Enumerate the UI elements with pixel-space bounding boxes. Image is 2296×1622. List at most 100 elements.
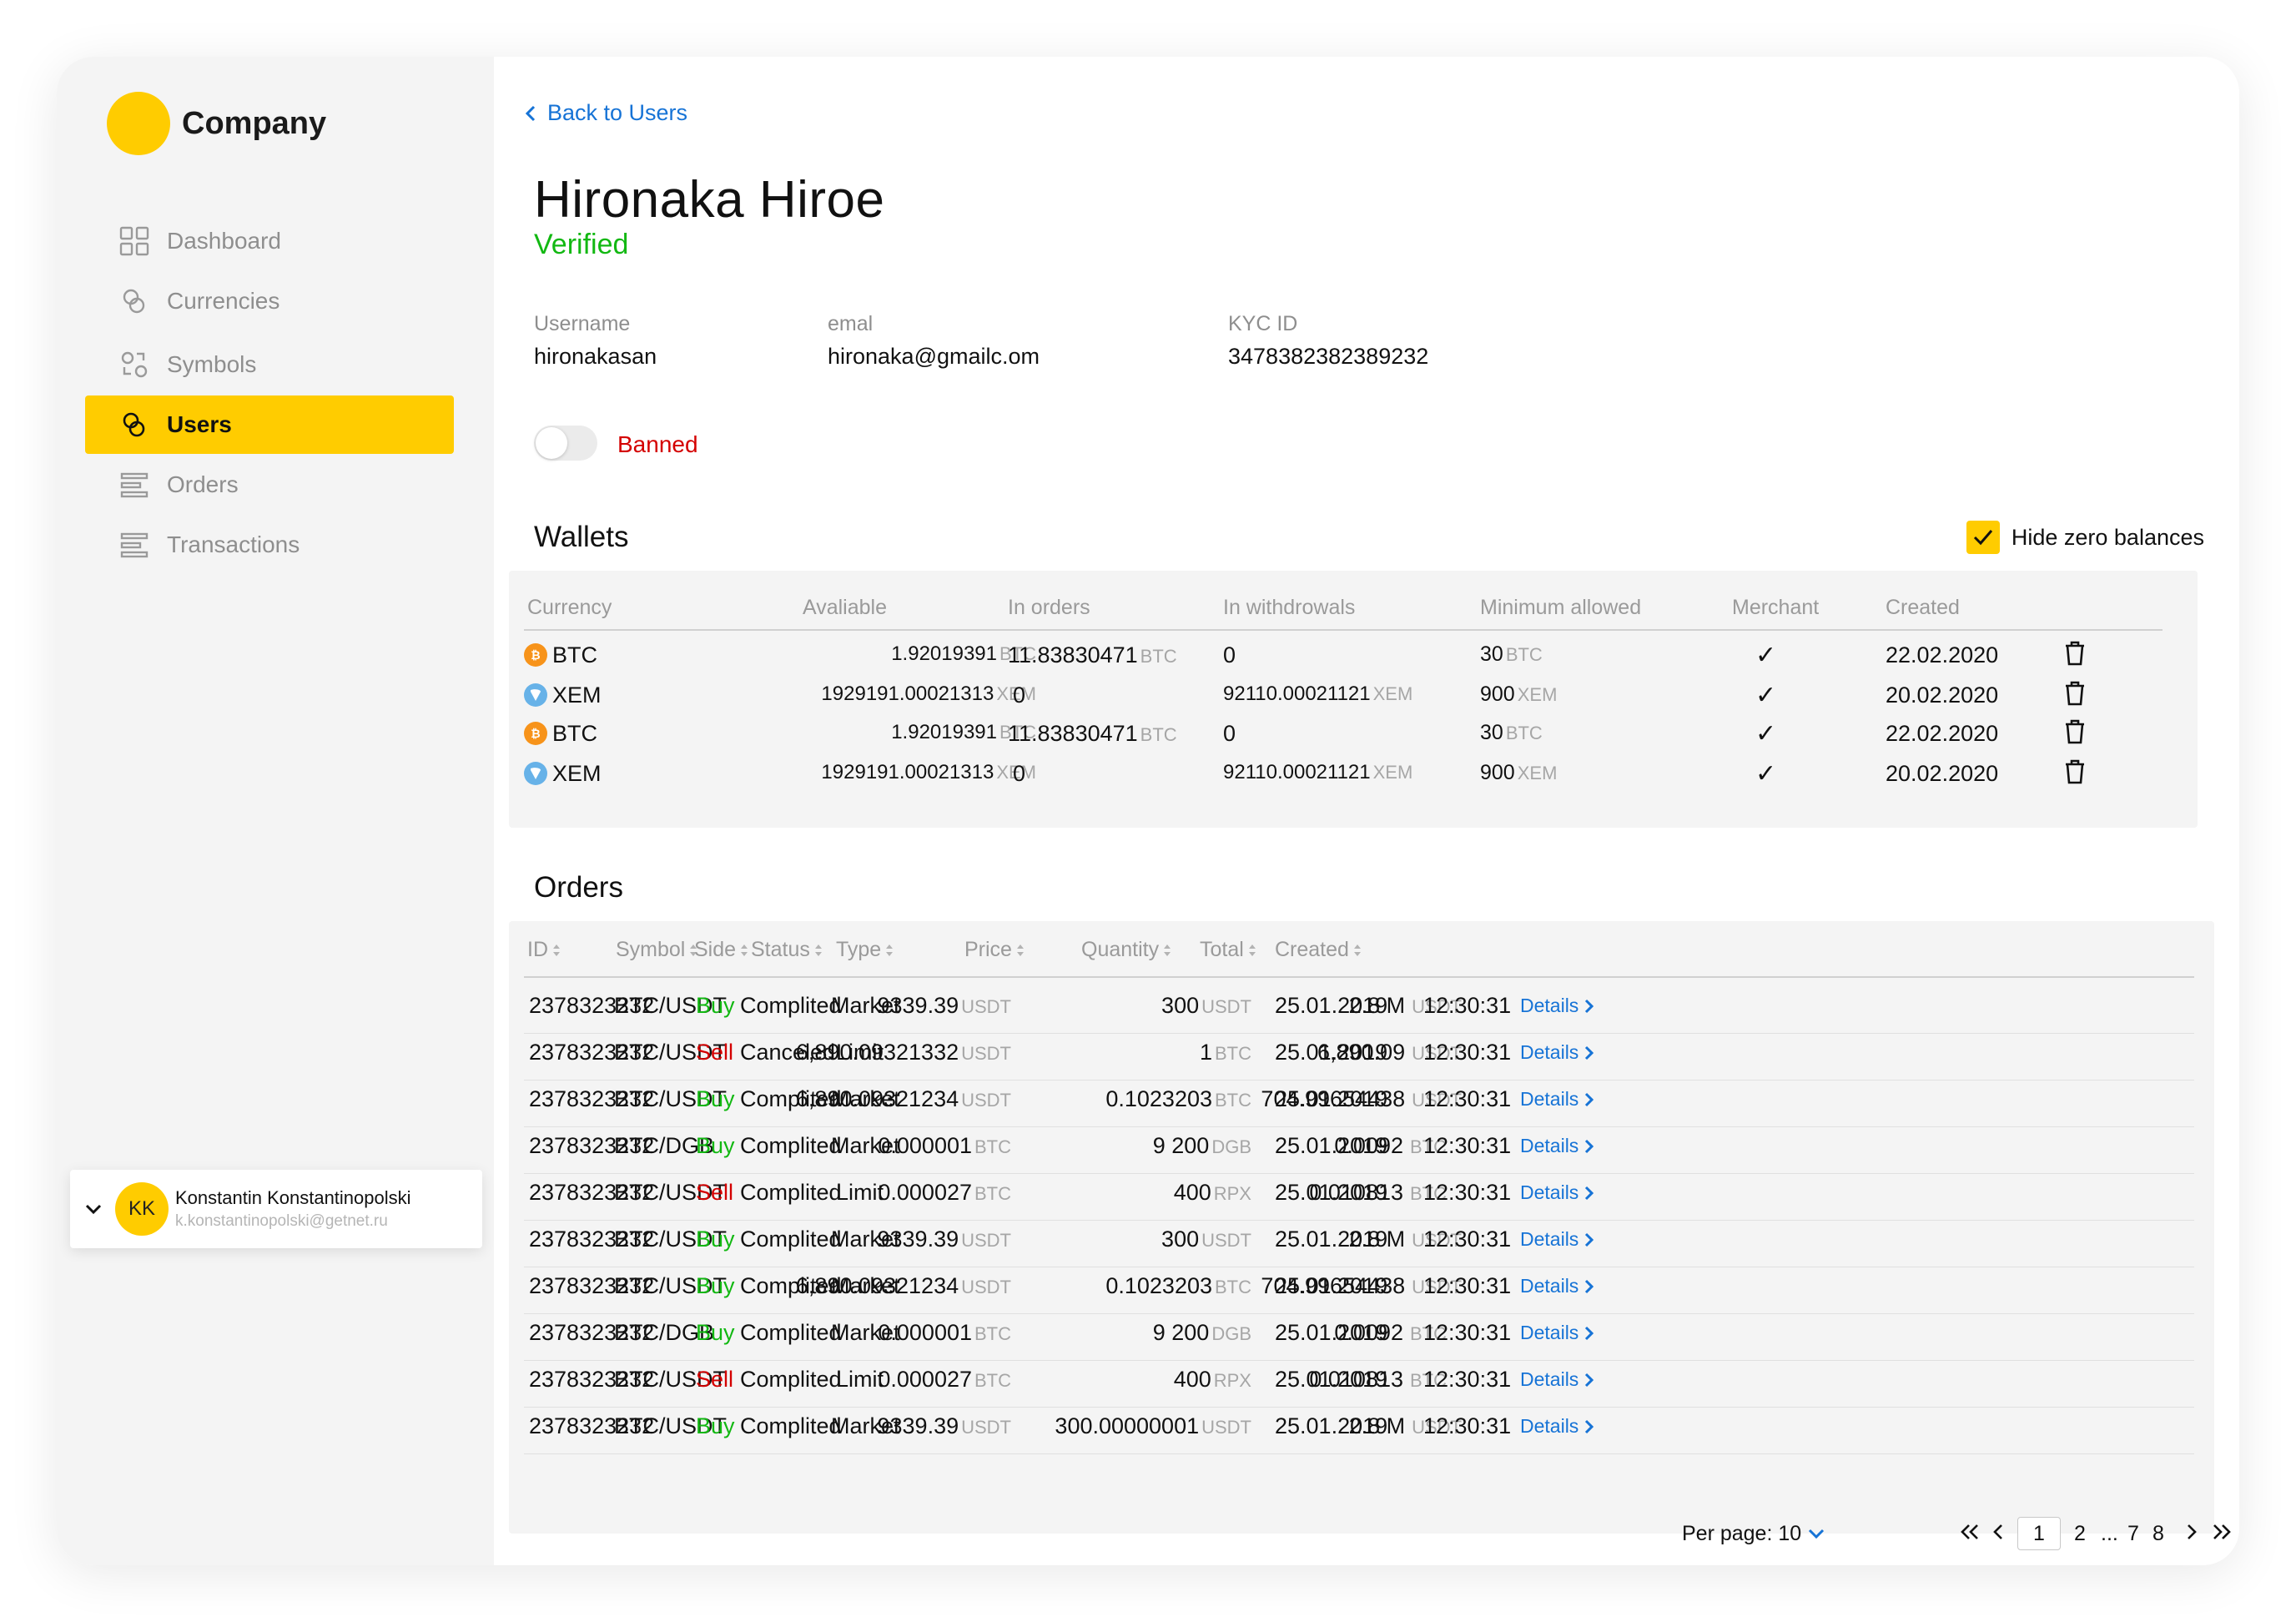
- column-header: In orders: [1008, 596, 1090, 619]
- price-value: 0.000027: [878, 1180, 972, 1205]
- details-link[interactable]: Details: [1520, 1088, 1594, 1111]
- details-label: Details: [1520, 1181, 1579, 1203]
- order-quantity: 0.1023203 BTC: [1105, 1273, 1251, 1299]
- quantity-unit: DGB: [1211, 1323, 1251, 1344]
- sidebar-item-symbols[interactable]: Symbols: [85, 335, 454, 394]
- price-value: 0.000001: [878, 1320, 972, 1345]
- currency-cell: XEM: [524, 683, 602, 708]
- back-to-users-link[interactable]: Back to Users: [524, 100, 687, 126]
- banned-toggle[interactable]: [534, 426, 597, 461]
- sort-icon: [814, 944, 822, 957]
- in-orders-cell: 11.83830471 BTC: [1008, 721, 1177, 747]
- delete-button[interactable]: [2062, 758, 2087, 792]
- per-page-select[interactable]: Per page: 10: [1682, 1522, 1825, 1546]
- details-link[interactable]: Details: [1520, 1041, 1594, 1064]
- check-icon: [1973, 530, 1992, 546]
- svg-text:₿: ₿: [531, 648, 540, 662]
- account-menu[interactable]: KK Konstantin Konstantinopolski k.konsta…: [70, 1170, 482, 1248]
- double-chevron-left-icon: [1961, 1524, 1978, 1539]
- column-header: Currency: [527, 596, 612, 619]
- delete-button[interactable]: [2062, 718, 2087, 752]
- order-price: 0.000027 BTC: [878, 1367, 1011, 1393]
- details-link[interactable]: Details: [1520, 1135, 1594, 1157]
- details-link[interactable]: Details: [1520, 1181, 1594, 1204]
- page-button[interactable]: 8: [2152, 1522, 2164, 1546]
- in-orders-value: 0: [1013, 683, 1026, 708]
- chevron-left-icon: [525, 105, 536, 121]
- price-unit: USDT: [961, 1090, 1011, 1111]
- sidebar-item-users[interactable]: Users: [85, 395, 454, 454]
- order-side: Buy: [696, 1133, 735, 1158]
- delete-button[interactable]: [2062, 679, 2087, 713]
- order-price: 0.000001 BTC: [878, 1133, 1011, 1159]
- quantity-unit: USDT: [1201, 1230, 1251, 1251]
- row-divider: [524, 1360, 2194, 1361]
- chevron-right-icon: [1585, 1139, 1594, 1153]
- order-quantity: 300 USDT: [1161, 1227, 1251, 1252]
- sidebar-item-transactions[interactable]: Transactions: [85, 516, 454, 574]
- order-side: Buy: [696, 1320, 735, 1345]
- page-button-current[interactable]: 1: [2017, 1517, 2061, 1550]
- sidebar-item-currencies[interactable]: Currencies: [85, 272, 454, 330]
- svg-text:₿: ₿: [531, 727, 540, 740]
- available-value: 1.92019391: [891, 642, 997, 665]
- verification-status: Verified: [534, 229, 629, 260]
- account-email: k.konstantinopolski@getnet.ru: [175, 1212, 388, 1230]
- chevron-right-icon: [1585, 1373, 1594, 1387]
- column-header-id[interactable]: ID: [527, 938, 561, 962]
- order-side: Sell: [696, 1367, 734, 1392]
- quantity-unit: BTC: [1215, 1090, 1251, 1111]
- column-label: Price: [964, 938, 1012, 961]
- column-header-created[interactable]: Created: [1275, 938, 1362, 962]
- row-divider: [524, 1220, 2194, 1221]
- details-link[interactable]: Details: [1520, 1275, 1594, 1297]
- next-page-button[interactable]: [2184, 1520, 2199, 1549]
- sidebar-item-orders[interactable]: Orders: [85, 456, 454, 514]
- page-button[interactable]: 2: [2074, 1522, 2086, 1546]
- price-value: 6,890.09321332: [795, 1040, 959, 1065]
- details-link[interactable]: Details: [1520, 1228, 1594, 1251]
- sidebar-item-label: Orders: [167, 471, 239, 497]
- username-value: hironakasan: [534, 344, 657, 369]
- details-link[interactable]: Details: [1520, 1415, 1594, 1438]
- sort-icon: [1248, 944, 1256, 957]
- symbols-icon: [118, 349, 150, 380]
- column-header-quantity[interactable]: Quantity: [1081, 938, 1172, 962]
- order-price: 9339.39 USDT: [878, 993, 1012, 1019]
- column-header-status[interactable]: Status: [751, 938, 823, 962]
- withdrawals-unit: XEM: [1372, 762, 1413, 783]
- column-header-side[interactable]: Side: [694, 938, 749, 962]
- last-page-button[interactable]: [2209, 1520, 2234, 1549]
- sidebar-item-dashboard[interactable]: Dashboard: [85, 212, 454, 270]
- available-cell: 1929191.00021313 XEM: [821, 683, 1036, 706]
- column-header-price[interactable]: Price: [964, 938, 1025, 962]
- details-link[interactable]: Details: [1520, 1368, 1594, 1391]
- page-title: Hironaka Hiroe: [534, 171, 885, 229]
- first-page-button[interactable]: [1957, 1520, 1982, 1549]
- details-label: Details: [1520, 995, 1579, 1016]
- withdrawals-cell: 92110.00021121 XEM: [1223, 761, 1412, 784]
- trash-icon: [2066, 719, 2084, 744]
- details-link[interactable]: Details: [1520, 1322, 1594, 1344]
- order-quantity: 400 RPX: [1174, 1180, 1251, 1206]
- delete-button[interactable]: [2062, 639, 2087, 673]
- logo[interactable]: Company: [107, 92, 326, 155]
- column-header-total[interactable]: Total: [1200, 938, 1257, 962]
- sidebar-nav: Dashboard Currencies Symbols Users Order…: [85, 212, 454, 576]
- minimum-value: 900: [1480, 761, 1515, 784]
- created-date: 20.02.2020: [1886, 683, 1999, 708]
- details-link[interactable]: Details: [1520, 995, 1594, 1017]
- chevron-right-icon: [1585, 1419, 1594, 1433]
- merchant-check: ✓: [1755, 720, 1777, 748]
- column-header-symbol[interactable]: Symbol: [616, 938, 698, 962]
- page-button[interactable]: 7: [2127, 1522, 2139, 1546]
- orders-icon: [118, 469, 150, 501]
- chevron-down-icon: [1809, 1529, 1825, 1539]
- order-price: 6,890.09321332 USDT: [796, 1040, 1011, 1065]
- account-name: Konstantin Konstantinopolski: [175, 1187, 411, 1208]
- hide-zero-balances-checkbox[interactable]: Hide zero balances: [1966, 521, 2204, 554]
- prev-page-button[interactable]: [1991, 1520, 2006, 1549]
- column-header-type[interactable]: Type: [836, 938, 894, 962]
- quantity-value: 0.1023203: [1105, 1273, 1212, 1298]
- in-orders-cell: 0: [1013, 683, 1028, 708]
